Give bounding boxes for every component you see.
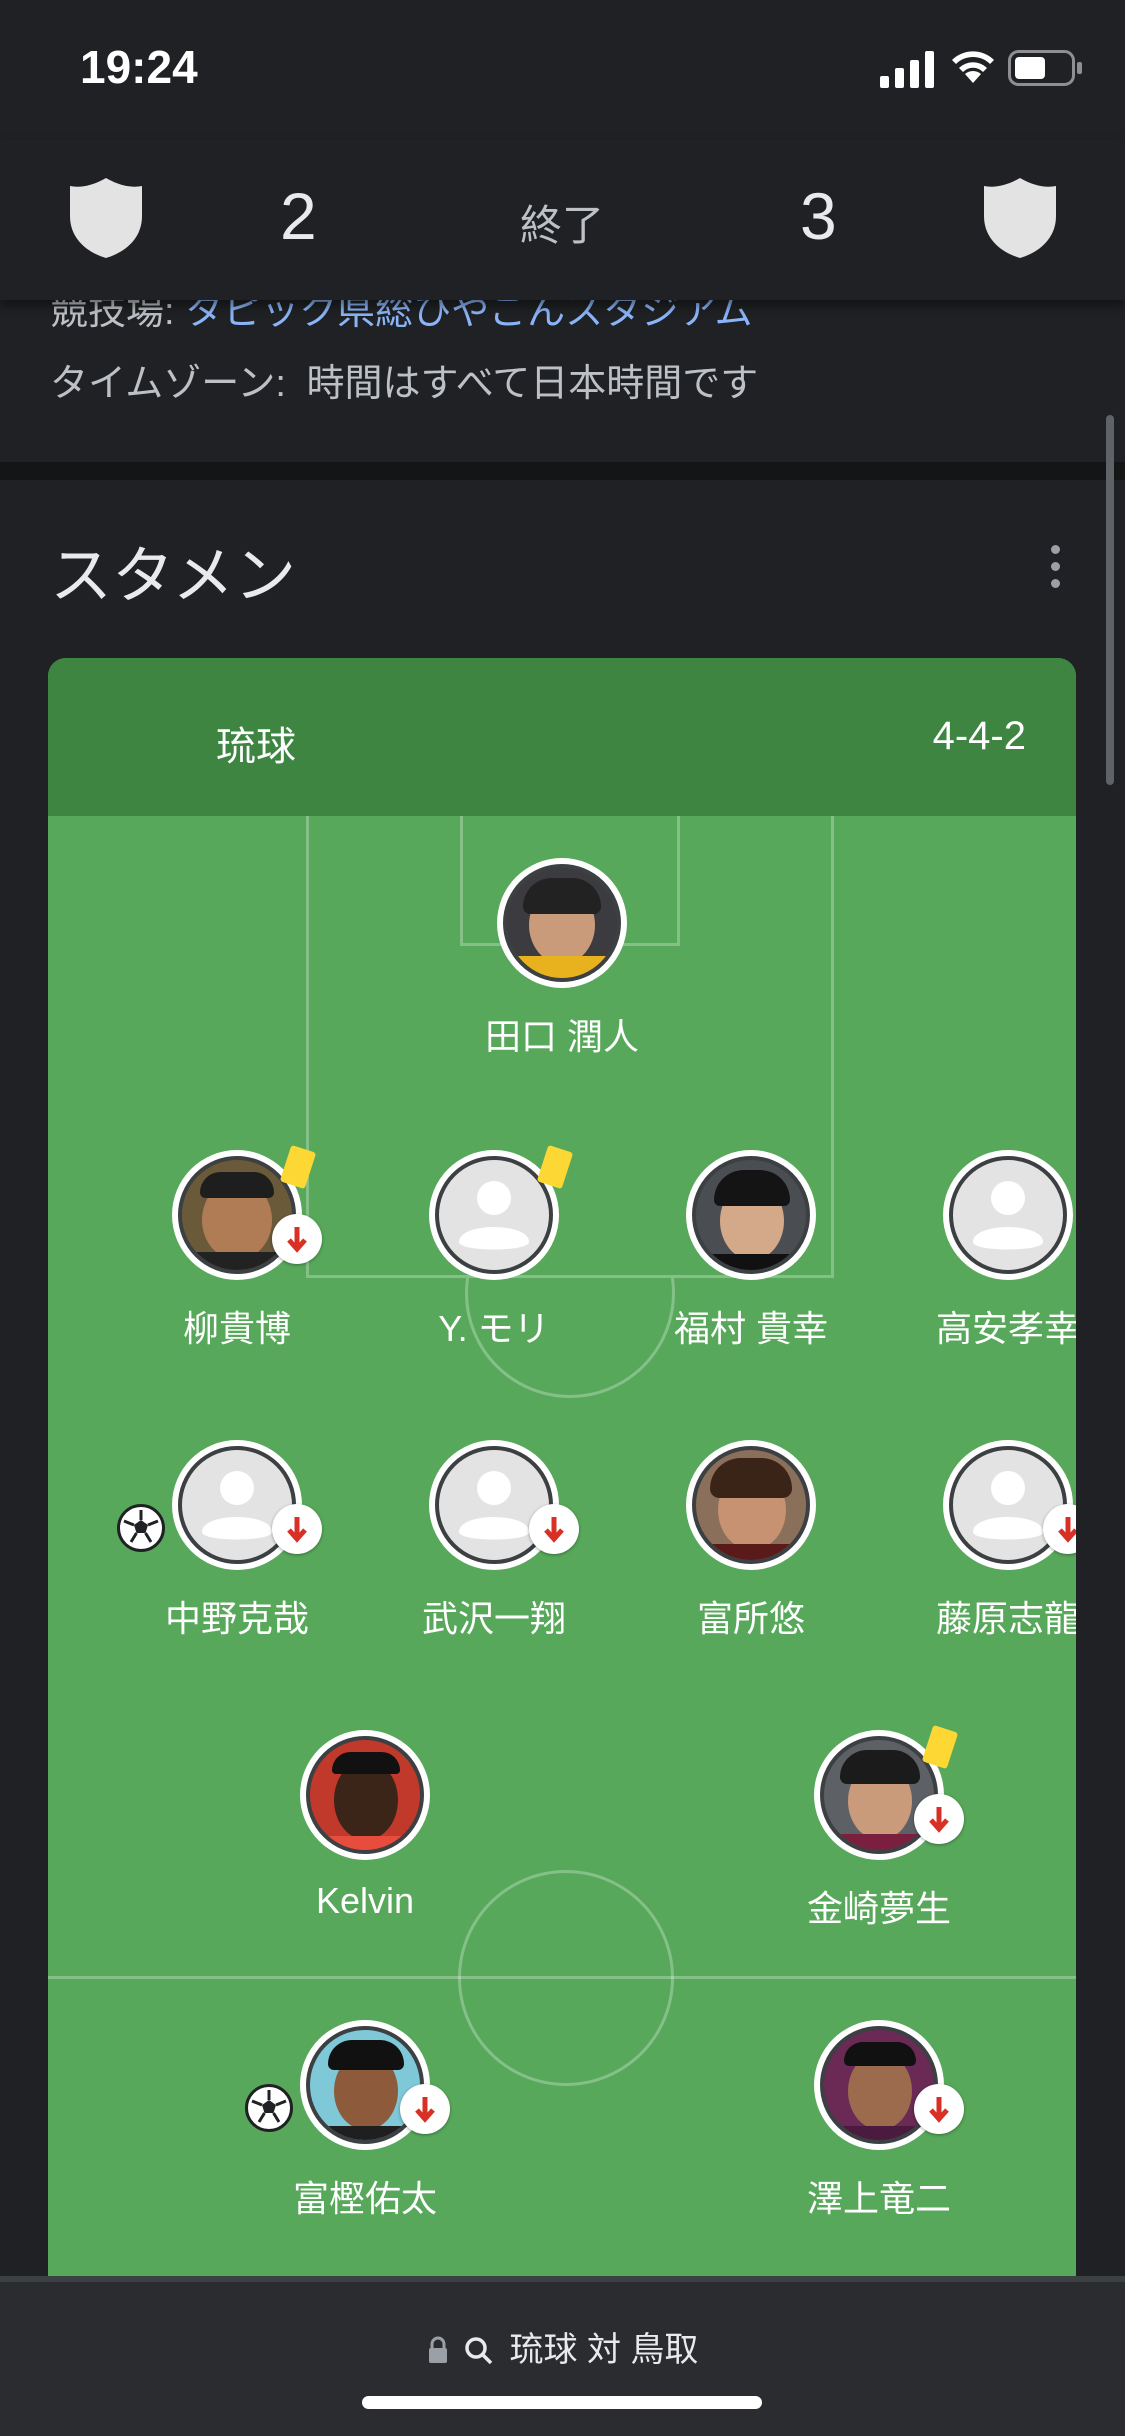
player-avatar [497, 858, 627, 988]
lineup-team-name: 琉球 [216, 725, 296, 769]
home-score: 2 [280, 179, 317, 253]
cellular-signal-icon [880, 51, 934, 88]
lineup-title: スタメン [50, 542, 297, 611]
lineup-pitch: 琉球 4-4-2 田口 潤人 柳貴博 Y. モリ 福村 貴幸 高安孝幸 中野克哉… [48, 658, 1076, 2288]
player-gk[interactable]: 田口 潤人 [442, 858, 682, 1078]
yellow-card-icon [921, 1724, 959, 1770]
player-avatar [300, 2020, 430, 2150]
player-name: 藤原志龍 [935, 1598, 1076, 1639]
player-avatar [943, 1440, 1073, 1570]
player-avatar [429, 1440, 559, 1570]
away-score: 3 [800, 179, 837, 253]
player-df-3[interactable]: 福村 貴幸 [631, 1150, 871, 1370]
player-name: 柳貴博 [182, 1308, 291, 1349]
lineup-formation: 4-4-2 [932, 714, 1026, 758]
substitution-out-icon [400, 2084, 450, 2134]
player-name: Y. モリ [438, 1308, 550, 1349]
player-photo [435, 1156, 553, 1274]
substitution-out-icon [529, 1504, 579, 1554]
player-photo [949, 1156, 1067, 1274]
home-indicator[interactable] [362, 2396, 762, 2409]
lock-icon [428, 2336, 447, 2363]
player-name: 中野克哉 [164, 1598, 309, 1639]
status-bar: 19:24 [0, 0, 1125, 140]
section-divider [0, 462, 1125, 480]
player-name: 金崎夢生 [806, 1888, 951, 1929]
goal-ball-icon [245, 2084, 293, 2132]
player-name: 富樫佑太 [292, 2178, 437, 2219]
goal-ball-icon [117, 1504, 165, 1552]
player-name: 武沢一翔 [421, 1598, 566, 1639]
person-placeholder-icon [459, 1181, 529, 1250]
player-name: 澤上竜二 [806, 2178, 951, 2219]
yellow-card-icon [536, 1144, 574, 1190]
away-team-shield-icon [984, 178, 1056, 258]
address-text: 琉球 対 鳥取 [509, 2331, 699, 2369]
player-df-4[interactable]: 高安孝幸 [888, 1150, 1076, 1370]
substitution-out-icon [914, 2084, 964, 2134]
player-mf-1[interactable]: 中野克哉 [117, 1440, 357, 1660]
timezone-value: 時間はすべて日本時間です [306, 363, 759, 405]
battery-icon [1008, 50, 1082, 86]
player-avatar [686, 1150, 816, 1280]
player-df-1[interactable]: 柳貴博 [117, 1144, 357, 1370]
timezone-row: タイムゾーン: 時間はすべて日本時間です [50, 352, 758, 407]
player-avatar [686, 1440, 816, 1570]
person-placeholder-icon [459, 1471, 529, 1540]
player-mf-4[interactable]: 藤原志龍 [888, 1440, 1076, 1660]
score-header[interactable]: 2 終了 3 [0, 140, 1125, 300]
player-name: 田口 潤人 [484, 1016, 639, 1057]
home-team-shield-icon [70, 178, 142, 258]
more-options-icon[interactable] [1048, 545, 1062, 589]
player-avatar [814, 2020, 944, 2150]
player-photo [692, 1446, 810, 1564]
player-photo [692, 1156, 810, 1274]
player-avatar [300, 1730, 430, 1860]
player-photo [503, 864, 621, 982]
match-status: 終了 [520, 202, 605, 249]
player-fw-4[interactable]: 澤上竜二 [759, 2020, 999, 2240]
substitution-out-icon [272, 1504, 322, 1554]
status-time: 19:24 [80, 41, 198, 93]
player-fw-3[interactable]: 富樫佑太 [245, 2020, 485, 2240]
player-avatar [943, 1150, 1073, 1280]
yellow-card-icon [279, 1144, 317, 1190]
player-name: Kelvin [315, 1880, 415, 1921]
player-df-2[interactable]: Y. モリ [374, 1144, 614, 1370]
wifi-icon [952, 51, 994, 83]
player-mf-3[interactable]: 富所悠 [631, 1440, 871, 1660]
timezone-label: タイムゾーン: [50, 363, 286, 405]
player-avatar [172, 1440, 302, 1570]
player-fw-2[interactable]: 金崎夢生 [759, 1724, 999, 1950]
lineup-team-header[interactable]: 琉球 4-4-2 [48, 658, 1076, 816]
player-name: 高安孝幸 [935, 1308, 1076, 1349]
substitution-out-icon [272, 1214, 322, 1264]
player-photo [306, 1736, 424, 1854]
search-icon [465, 2337, 493, 2365]
player-mf-2[interactable]: 武沢一翔 [374, 1440, 614, 1660]
player-fw-1[interactable]: Kelvin [245, 1730, 485, 1950]
person-placeholder-icon [202, 1471, 272, 1540]
person-placeholder-icon [973, 1471, 1043, 1540]
player-name: 福村 貴幸 [673, 1308, 828, 1349]
center-circle [458, 1870, 674, 2086]
address-bar[interactable]: 琉球 対 鳥取 [0, 2322, 1125, 2371]
person-placeholder-icon [973, 1181, 1043, 1250]
scrollbar[interactable] [1106, 415, 1114, 785]
substitution-out-icon [914, 1794, 964, 1844]
player-name: 富所悠 [696, 1598, 805, 1639]
